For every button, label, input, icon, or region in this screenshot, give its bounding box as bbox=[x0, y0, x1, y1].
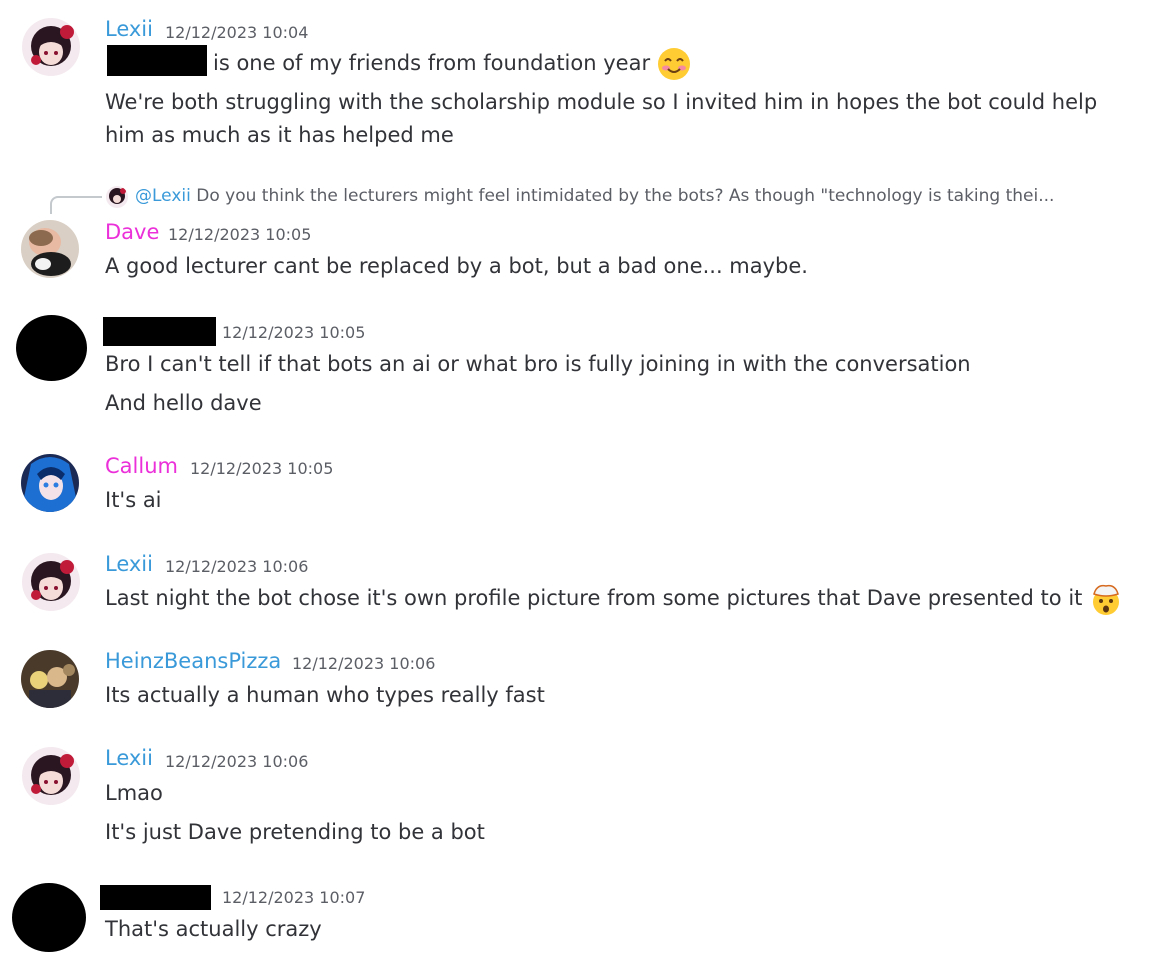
anime-avatar-icon bbox=[22, 747, 80, 805]
timestamp: 12/12/2023 10:05 bbox=[190, 459, 334, 478]
message-line: And hello dave bbox=[105, 391, 262, 415]
timestamp: 12/12/2023 10:05 bbox=[222, 323, 366, 342]
photo-avatar-icon bbox=[21, 650, 79, 708]
message-line: is one of my friends from foundation yea… bbox=[213, 47, 691, 81]
timestamp: 12/12/2023 10:05 bbox=[168, 225, 312, 244]
timestamp: 12/12/2023 10:06 bbox=[165, 752, 309, 771]
message-line: Bro I can't tell if that bots an ai or w… bbox=[105, 352, 971, 376]
avatar-lexii[interactable] bbox=[22, 553, 80, 611]
message-line: Lmao bbox=[105, 781, 163, 805]
avatar-lexii[interactable] bbox=[22, 747, 80, 805]
avatar-redacted[interactable] bbox=[12, 883, 86, 952]
photo-avatar-icon bbox=[21, 220, 79, 278]
message-line: It's ai bbox=[105, 488, 162, 512]
username-dave[interactable]: Dave bbox=[105, 220, 159, 244]
anime-avatar-icon bbox=[22, 18, 80, 76]
reply-avatar bbox=[106, 186, 128, 208]
avatar-redacted[interactable] bbox=[16, 315, 87, 381]
message-line: Last night the bot chose it's own profil… bbox=[105, 582, 1123, 616]
username-heinzbeanspizza[interactable]: HeinzBeansPizza bbox=[105, 649, 281, 673]
anime-avatar-icon bbox=[22, 553, 80, 611]
message-text: Last night the bot chose it's own profil… bbox=[105, 586, 1083, 610]
timestamp: 12/12/2023 10:07 bbox=[222, 888, 366, 907]
timestamp: 12/12/2023 10:06 bbox=[165, 557, 309, 576]
avatar-callum[interactable] bbox=[21, 454, 79, 512]
message-line: A good lecturer cant be replaced by a bo… bbox=[105, 254, 808, 278]
username-lexii[interactable]: Lexii bbox=[105, 17, 153, 41]
exploding-head-emoji bbox=[1089, 582, 1123, 616]
reply-preview[interactable]: @Lexii Do you think the lecturers might … bbox=[135, 186, 1095, 206]
timestamp: 12/12/2023 10:04 bbox=[165, 23, 309, 42]
redacted-mention bbox=[107, 45, 207, 76]
reply-mention[interactable]: @Lexii bbox=[135, 186, 191, 206]
message-line: Its actually a human who types really fa… bbox=[105, 683, 545, 707]
reply-text: Do you think the lecturers might feel in… bbox=[196, 186, 1055, 206]
avatar-lexii[interactable] bbox=[22, 18, 80, 76]
message-text: is one of my friends from foundation yea… bbox=[213, 51, 651, 75]
username-lexii[interactable]: Lexii bbox=[105, 746, 153, 770]
timestamp: 12/12/2023 10:06 bbox=[292, 654, 436, 673]
avatar-dave[interactable] bbox=[21, 220, 79, 278]
message-line: him as much as it has helped me bbox=[105, 123, 454, 147]
anime-avatar-icon bbox=[21, 454, 79, 512]
avatar-heinzbeanspizza[interactable] bbox=[21, 650, 79, 708]
message-line: We're both struggling with the scholarsh… bbox=[105, 90, 1098, 114]
reply-connector bbox=[50, 196, 102, 214]
redacted-username bbox=[103, 317, 216, 346]
message-line: That's actually crazy bbox=[105, 917, 322, 941]
username-lexii[interactable]: Lexii bbox=[105, 552, 153, 576]
smiling-blush-emoji bbox=[657, 47, 691, 81]
username-callum[interactable]: Callum bbox=[105, 454, 178, 478]
redacted-username bbox=[100, 885, 211, 910]
message-line: It's just Dave pretending to be a bot bbox=[105, 820, 485, 844]
